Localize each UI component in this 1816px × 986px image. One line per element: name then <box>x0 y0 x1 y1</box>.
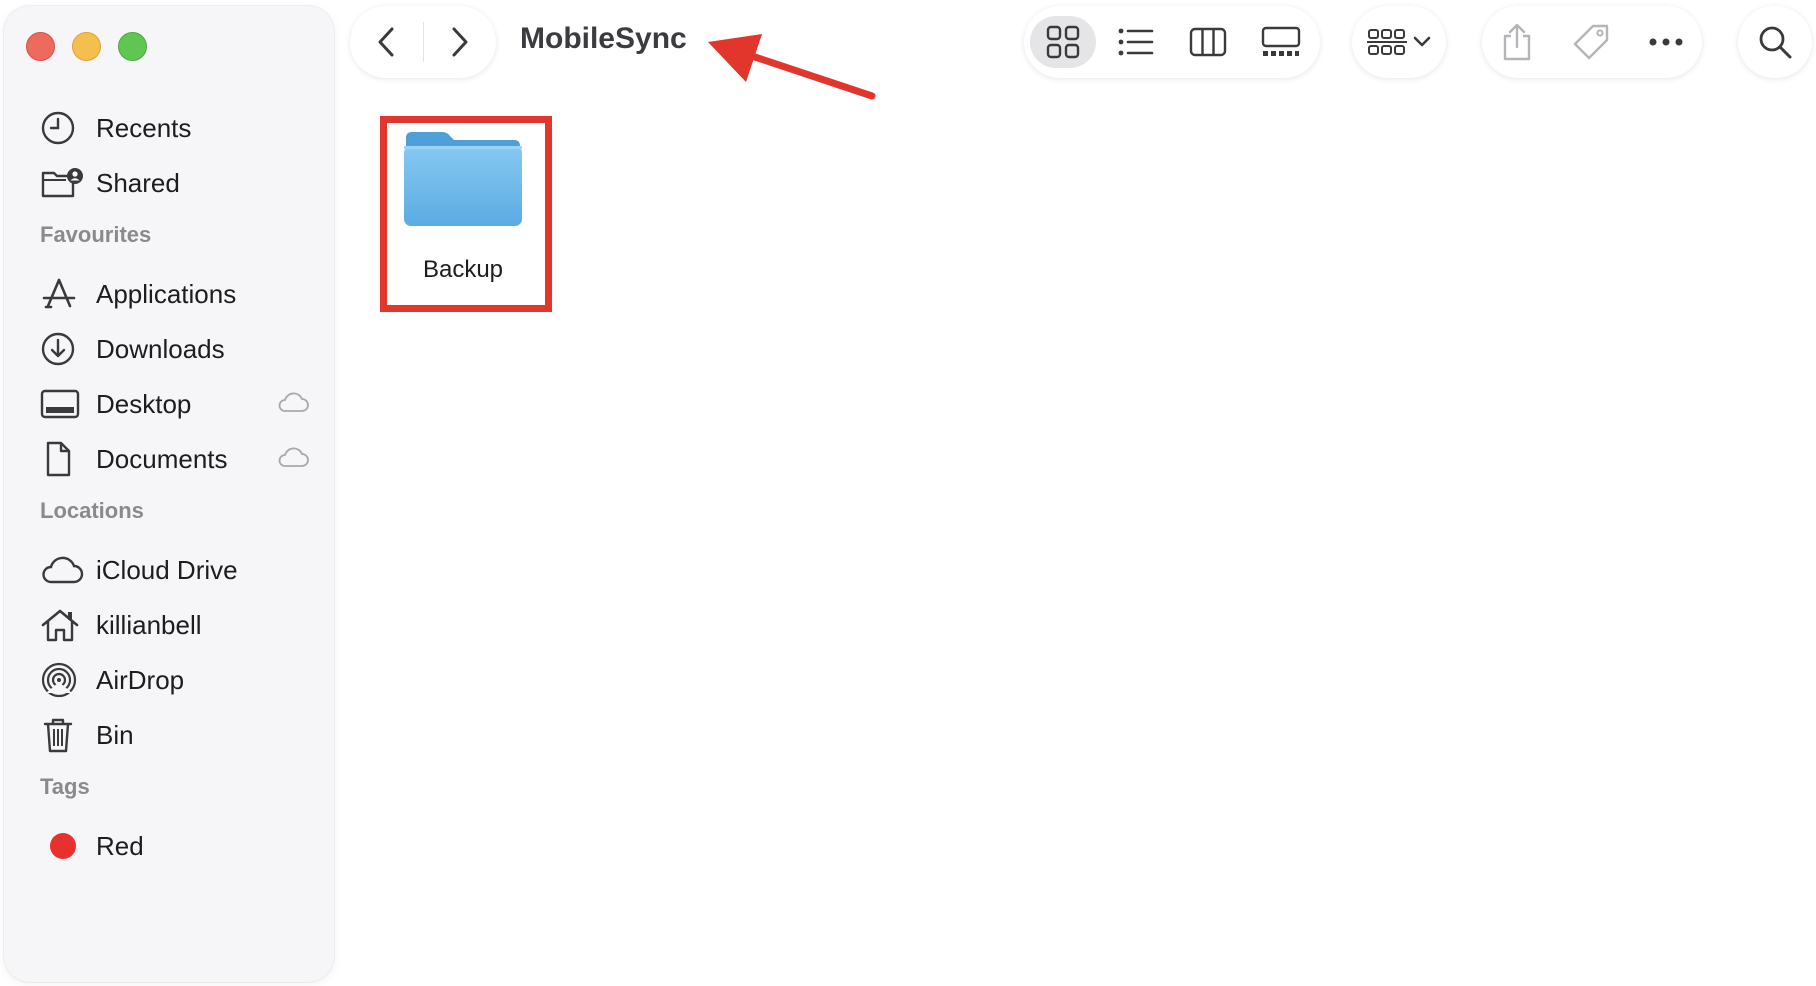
chevron-left-icon <box>378 27 394 57</box>
grid-view-icon <box>1046 25 1080 59</box>
sidebar-item-label: killianbell <box>96 609 202 640</box>
minimize-window-button[interactable] <box>72 32 101 61</box>
section-header-tags: Tags <box>40 774 90 799</box>
icloud-status-icon <box>278 447 309 467</box>
search-button[interactable] <box>1738 6 1812 78</box>
sidebar-item-home[interactable]: killianbell <box>40 601 310 649</box>
desktop-icon <box>40 384 84 424</box>
download-icon <box>40 329 84 369</box>
sidebar-item-documents[interactable]: Documents <box>40 435 310 483</box>
home-icon <box>40 605 84 645</box>
document-icon <box>40 439 84 479</box>
file-browser-content: Backup <box>334 90 1816 986</box>
airdrop-icon <box>40 660 84 700</box>
tag-dot-container <box>40 826 84 866</box>
icloud-status-icon <box>278 392 309 412</box>
icloud-icon <box>40 550 84 590</box>
sidebar-item-label: Applications <box>96 278 237 309</box>
list-view-icon <box>1118 28 1153 56</box>
action-buttons <box>1482 6 1702 78</box>
sidebar-item-label: iCloud Drive <box>96 554 238 585</box>
sidebar-item-bin[interactable]: Bin <box>40 711 310 759</box>
sidebar-item-label: Documents <box>96 443 228 474</box>
list-view-button[interactable] <box>1103 16 1169 68</box>
sidebar-item-applications[interactable]: Applications <box>40 270 310 318</box>
group-grid-icon <box>1367 29 1407 55</box>
zoom-window-button[interactable] <box>118 32 147 61</box>
section-header-locations: Locations <box>40 498 144 523</box>
gallery-view-icon <box>1261 26 1301 56</box>
folder-item-backup[interactable]: Backup <box>396 128 530 284</box>
column-view-icon <box>1190 27 1227 57</box>
close-window-button[interactable] <box>26 32 55 61</box>
sidebar-item-airdrop[interactable]: AirDrop <box>40 656 310 704</box>
more-options-icon[interactable] <box>1648 37 1684 47</box>
sidebar-item-recents[interactable]: Recents <box>40 104 310 152</box>
clock-icon <box>40 108 84 148</box>
sidebar-item-label: Shared <box>96 167 180 198</box>
sidebar-item-label: Recents <box>96 112 192 143</box>
shared-folder-icon <box>40 163 84 203</box>
sidebar-item-label: Red <box>96 830 144 861</box>
trash-icon <box>40 715 84 755</box>
sidebar-item-label: Bin <box>96 719 134 750</box>
back-button[interactable] <box>350 6 423 78</box>
window-controls <box>26 32 147 61</box>
sidebar-item-desktop[interactable]: Desktop <box>40 380 310 428</box>
sidebar-item-icloud-drive[interactable]: iCloud Drive <box>40 546 310 594</box>
chevron-right-icon <box>452 27 468 57</box>
chevron-down-icon <box>1413 36 1431 47</box>
forward-button[interactable] <box>424 6 497 78</box>
gallery-view-button[interactable] <box>1248 16 1314 68</box>
sidebar-item-label: AirDrop <box>96 664 185 695</box>
search-icon <box>1759 26 1792 59</box>
sidebar-item-downloads[interactable]: Downloads <box>40 325 310 373</box>
applications-icon <box>40 274 84 314</box>
group-by-button[interactable] <box>1352 6 1446 78</box>
section-header-favourites: Favourites <box>40 222 152 247</box>
folder-icon <box>404 132 522 226</box>
sidebar-item-tag-red[interactable]: Red <box>40 822 310 870</box>
red-tag-dot-icon <box>50 833 76 859</box>
icon-view-button[interactable] <box>1030 16 1096 68</box>
column-view-button[interactable] <box>1175 16 1241 68</box>
navigation-buttons <box>350 6 496 78</box>
sidebar-item-label: Downloads <box>96 333 225 364</box>
sidebar-item-shared[interactable]: Shared <box>40 159 310 207</box>
file-name-label: Backup <box>422 256 504 283</box>
share-icon[interactable] <box>1500 22 1534 62</box>
sidebar: Recents Shared Favourites Applications D… <box>4 6 334 982</box>
sidebar-item-label: Desktop <box>96 388 192 419</box>
window-title: MobileSync <box>520 22 687 55</box>
tag-icon[interactable] <box>1571 22 1611 62</box>
view-mode-switcher <box>1024 6 1320 78</box>
